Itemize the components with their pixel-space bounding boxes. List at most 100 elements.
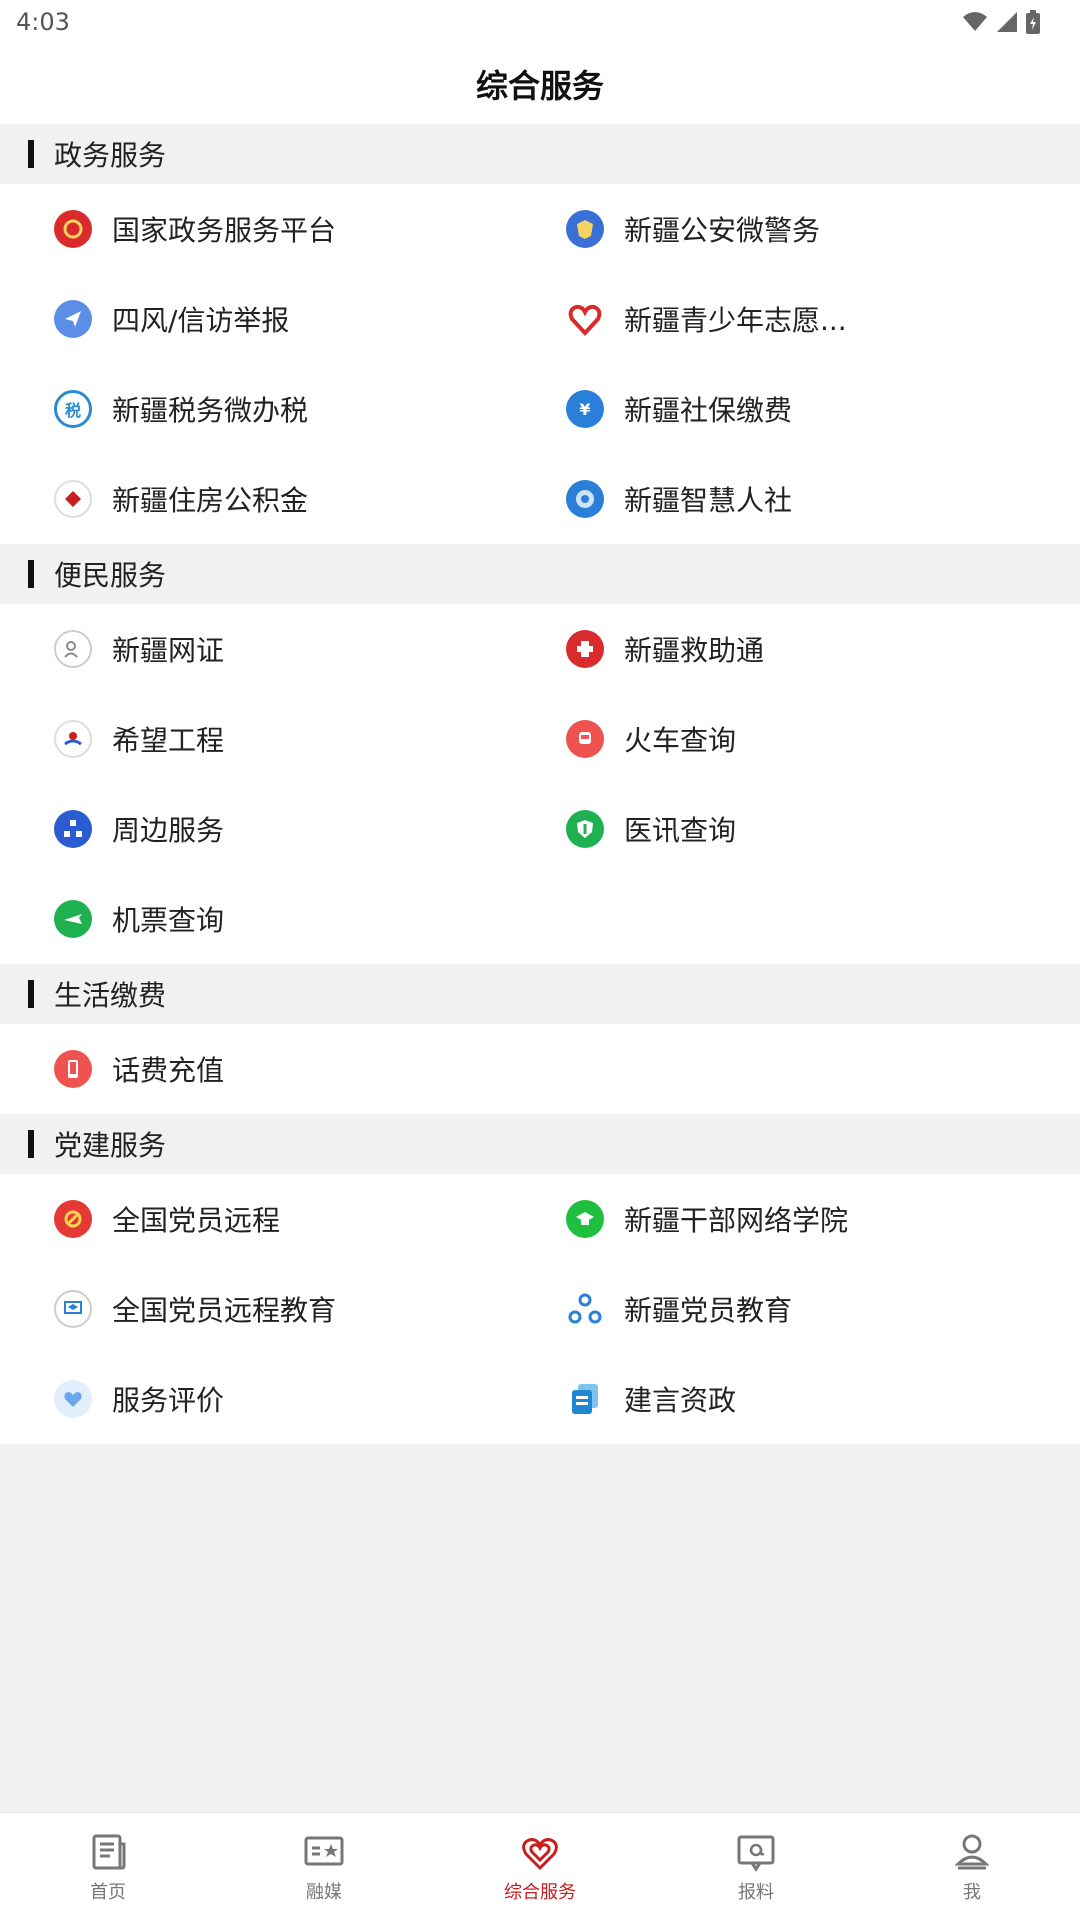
- service-national-gov-platform[interactable]: 国家政务服务平台: [0, 184, 512, 274]
- nav-label: 报料: [738, 1882, 774, 1903]
- service-social-insurance[interactable]: ¥ 新疆社保缴费: [512, 364, 1080, 454]
- service-label: 新疆社保缴费: [624, 394, 793, 427]
- service-label: 医讯查询: [624, 814, 737, 847]
- status-time: 4:03: [16, 8, 70, 36]
- nav-home[interactable]: 首页: [0, 1813, 216, 1921]
- train-icon: [566, 720, 604, 758]
- service-label: 新疆公安微警务: [624, 214, 821, 247]
- service-party-education[interactable]: 新疆党员教育: [512, 1264, 1080, 1354]
- section-header-party: 党建服务: [0, 1114, 1080, 1174]
- service-label: 新疆干部网络学院: [624, 1204, 849, 1237]
- service-label: 希望工程: [112, 724, 225, 757]
- service-youth-volunteer[interactable]: 新疆青少年志愿...: [512, 274, 1080, 364]
- top-bar: 综合服务: [0, 44, 1080, 124]
- service-label: 机票查询: [112, 904, 225, 937]
- section-marker: [28, 140, 34, 168]
- page-title: 综合服务: [475, 67, 604, 105]
- service-net-id[interactable]: 新疆网证: [0, 604, 512, 694]
- yen-coin-icon: ¥: [566, 390, 604, 428]
- section-marker: [28, 1130, 34, 1158]
- section-title: 党建服务: [54, 1129, 167, 1162]
- service-housing-fund[interactable]: 新疆住房公积金: [0, 454, 512, 544]
- bottom-nav: 首页 融媒 综合服务 报料 我: [0, 1812, 1080, 1921]
- section-grid-party: 全国党员远程 新疆干部网络学院 全国党员远程教育 新疆党员教育 服务评价 建言资…: [0, 1174, 1080, 1444]
- service-label: 周边服务: [112, 814, 225, 847]
- service-label: 国家政务服务平台: [112, 214, 337, 247]
- status-bar: 4:03: [0, 0, 1080, 44]
- at-message-icon: [737, 1835, 775, 1872]
- service-flight[interactable]: 机票查询: [0, 874, 512, 964]
- national-emblem-icon: [54, 210, 92, 248]
- section-header-government: 政务服务: [0, 124, 1080, 184]
- service-medical[interactable]: 医讯查询: [512, 784, 1080, 874]
- party-emblem-icon: [54, 1200, 92, 1238]
- section-title: 政务服务: [54, 139, 167, 172]
- service-train[interactable]: 火车查询: [512, 694, 1080, 784]
- tax-icon-glyph: 税: [64, 401, 81, 420]
- service-police[interactable]: 新疆公安微警务: [512, 184, 1080, 274]
- heart-bubble-icon: [54, 1380, 92, 1418]
- net-id-icon: [54, 630, 92, 668]
- section-title: 便民服务: [54, 559, 167, 592]
- service-label: 全国党员远程教育: [112, 1294, 337, 1327]
- relief-icon: [566, 630, 604, 668]
- hr-seal-icon: [566, 480, 604, 518]
- section-grid-payment: 话费充值: [0, 1024, 1080, 1114]
- airplane-icon: [54, 900, 92, 938]
- network-nodes-icon: [566, 1290, 604, 1328]
- media-star-icon: [304, 1836, 344, 1866]
- hope-project-icon: [54, 720, 92, 758]
- service-label: 四风/信访举报: [112, 304, 290, 337]
- medical-shield-icon: [566, 810, 604, 848]
- housing-fund-icon: [54, 480, 92, 518]
- section-grid-convenience: 新疆网证 新疆救助通 希望工程 火车查询 周边服务 医讯查询 机票查询: [0, 604, 1080, 964]
- paper-plane-icon: [54, 300, 92, 338]
- service-label: 新疆青少年志愿...: [624, 304, 847, 337]
- status-icons: [962, 10, 1040, 34]
- empty-slot: [512, 874, 1080, 964]
- remote-education-icon: [54, 1290, 92, 1328]
- nav-label: 综合服务: [504, 1882, 576, 1903]
- document-stack-icon: [566, 1380, 604, 1418]
- service-report[interactable]: 四风/信访举报: [0, 274, 512, 364]
- nav-label: 融媒: [306, 1882, 342, 1903]
- service-relief[interactable]: 新疆救助通: [512, 604, 1080, 694]
- service-smart-hr[interactable]: 新疆智慧人社: [512, 454, 1080, 544]
- service-suggestions[interactable]: 建言资政: [512, 1354, 1080, 1444]
- user-icon: [954, 1834, 990, 1870]
- tax-icon: 税: [54, 390, 92, 428]
- graduation-cap-icon: [566, 1200, 604, 1238]
- section-marker: [28, 980, 34, 1008]
- service-cadre-academy[interactable]: 新疆干部网络学院: [512, 1174, 1080, 1264]
- service-label: 全国党员远程: [112, 1204, 281, 1237]
- section-header-convenience: 便民服务: [0, 544, 1080, 604]
- double-heart-icon: [522, 1838, 558, 1871]
- service-label: 话费充值: [112, 1054, 225, 1087]
- service-party-remote-education[interactable]: 全国党员远程教育: [0, 1264, 512, 1354]
- service-label: 新疆智慧人社: [624, 484, 793, 517]
- service-hope-project[interactable]: 希望工程: [0, 694, 512, 784]
- newspaper-icon: [92, 1834, 126, 1870]
- nav-label: 我: [963, 1882, 981, 1903]
- service-phone-recharge[interactable]: 话费充值: [0, 1024, 512, 1114]
- service-label: 服务评价: [112, 1384, 225, 1417]
- section-marker: [28, 560, 34, 588]
- service-label: 新疆税务微办税: [112, 394, 309, 427]
- service-nearby[interactable]: 周边服务: [0, 784, 512, 874]
- service-label: 新疆网证: [112, 634, 225, 667]
- nav-me[interactable]: 我: [864, 1813, 1080, 1921]
- nav-report[interactable]: 报料: [648, 1813, 864, 1921]
- service-party-remote[interactable]: 全国党员远程: [0, 1174, 512, 1264]
- content: 政务服务 国家政务服务平台 新疆公安微警务 四风/信访举报 新疆青少年志愿...: [0, 124, 1080, 1444]
- service-label: 火车查询: [624, 724, 737, 757]
- nav-media[interactable]: 融媒: [216, 1813, 432, 1921]
- service-tax[interactable]: 税 新疆税务微办税: [0, 364, 512, 454]
- section-header-payment: 生活缴费: [0, 964, 1080, 1024]
- nav-label: 首页: [90, 1882, 126, 1903]
- section-grid-government: 国家政务服务平台 新疆公安微警务 四风/信访举报 新疆青少年志愿... 税 新疆…: [0, 184, 1080, 544]
- service-label: 建言资政: [624, 1384, 737, 1417]
- wifi-icon: [963, 12, 987, 31]
- nav-services[interactable]: 综合服务: [432, 1813, 648, 1921]
- yen-icon-glyph: ¥: [579, 399, 591, 419]
- service-evaluation[interactable]: 服务评价: [0, 1354, 512, 1444]
